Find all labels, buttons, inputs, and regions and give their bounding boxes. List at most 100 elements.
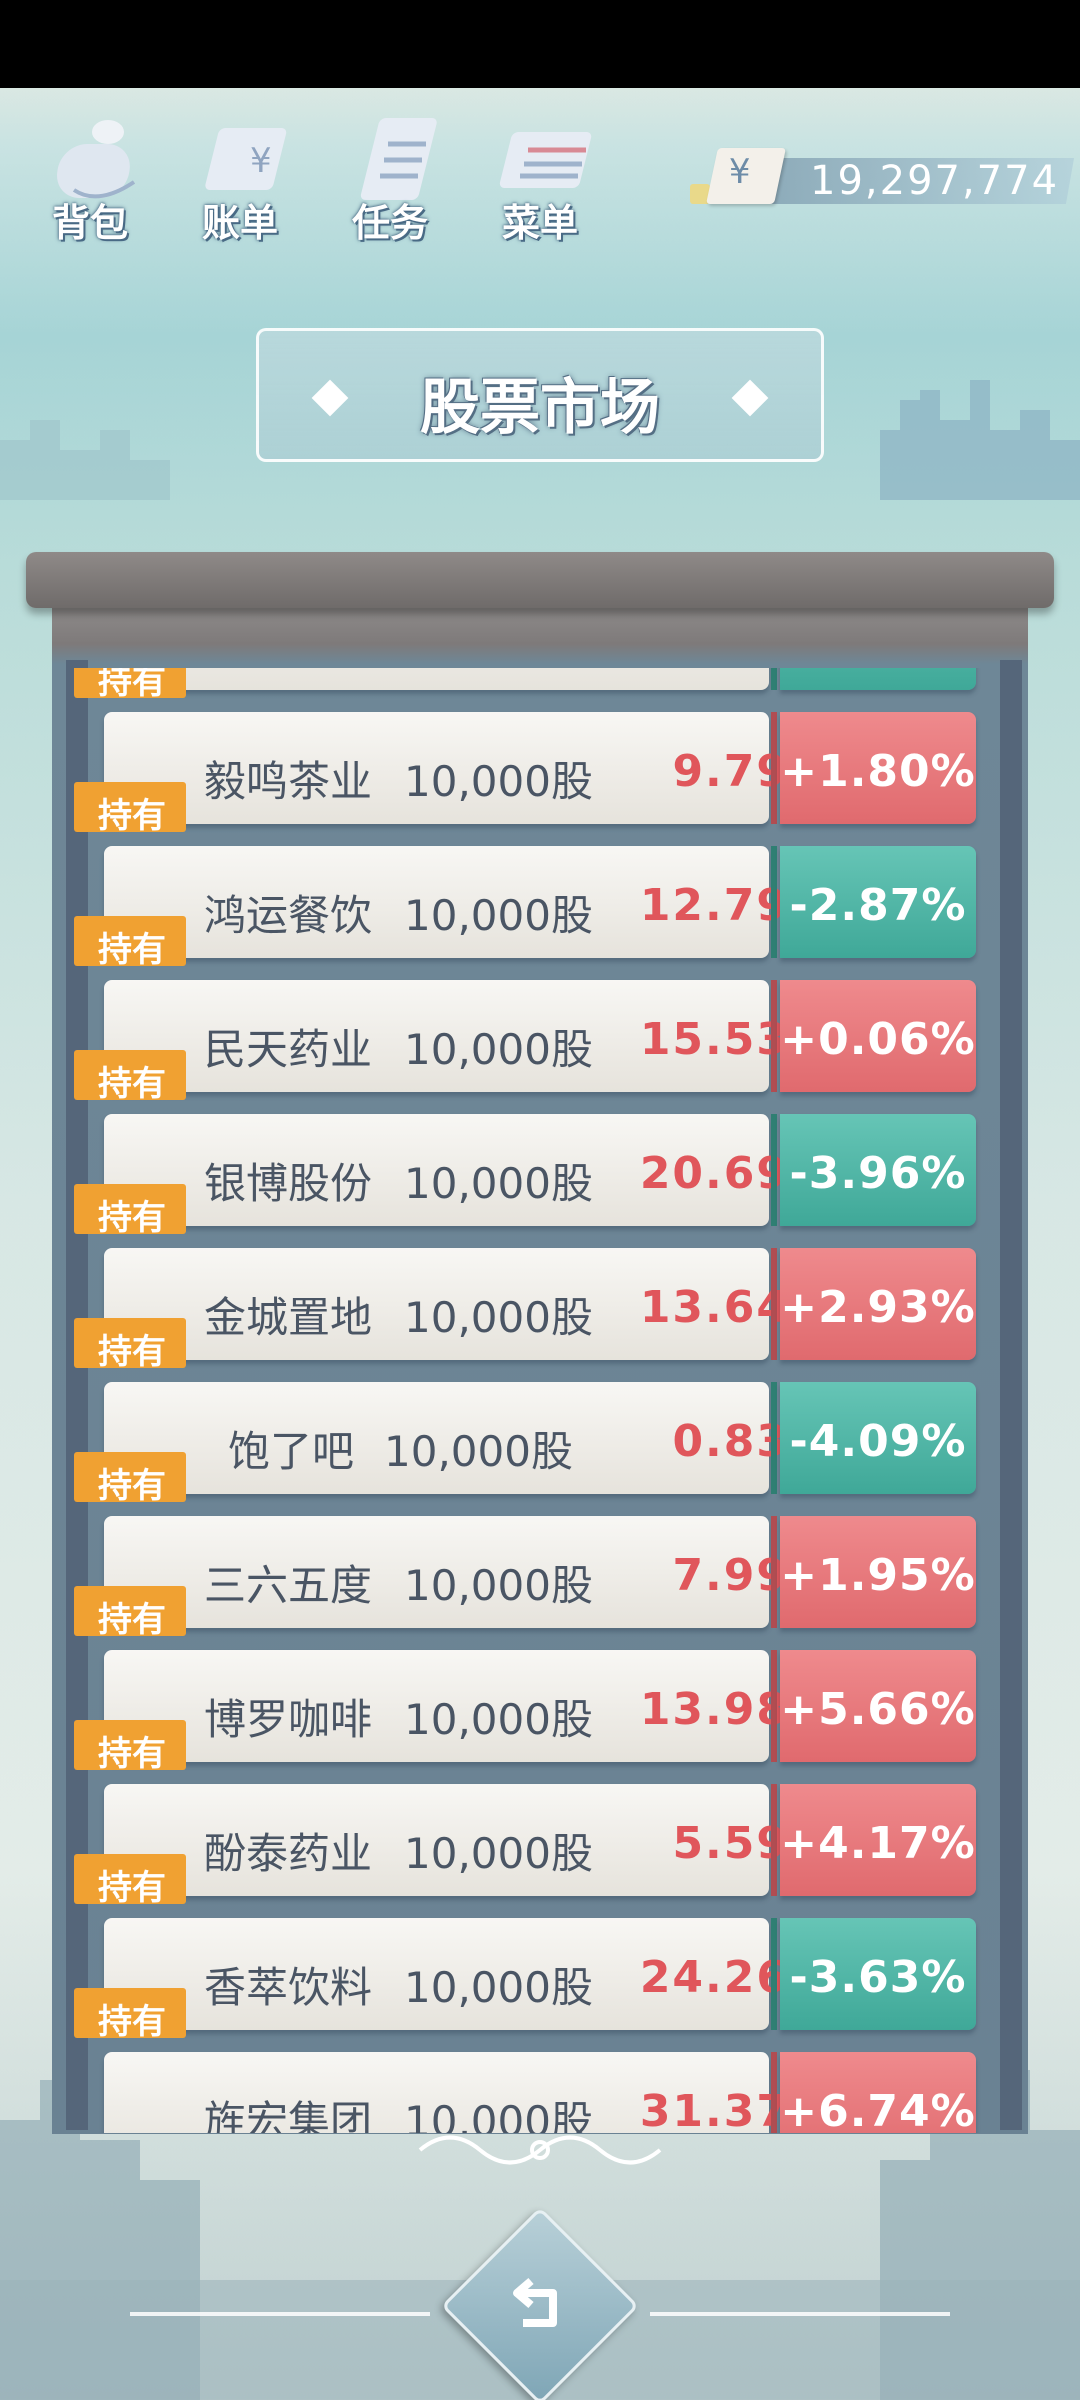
stock-name: 银博股份: [204, 1159, 373, 1208]
stock-row[interactable]: 金城置地 10,000股 13.64 +2.93% 持有: [70, 1248, 1010, 1372]
stock-name: 饱了吧: [228, 1427, 355, 1476]
stock-quantity: 10,000股: [404, 891, 593, 940]
stock-quantity: 10,000股: [384, 1427, 573, 1476]
stock-quantity: 10,000股: [404, 1293, 593, 1342]
change-percent: +4.17%: [780, 1818, 976, 1869]
nav-bill[interactable]: ¥ 账单: [180, 100, 310, 245]
yen-icon: ¥: [706, 148, 786, 204]
change-percent: -2.87%: [789, 880, 967, 931]
change-percent: +2.93%: [780, 1282, 976, 1333]
nav-menu[interactable]: 菜单: [480, 100, 610, 245]
stock-name: 旌宏集团: [204, 2097, 373, 2133]
stock-card: 饱了吧 10,000股 0.83: [104, 1382, 787, 1494]
nav-label-task: 任务: [351, 201, 428, 245]
stock-row[interactable]: 饱了吧 10,000股 0.83 -4.09% 持有: [70, 1382, 1010, 1506]
change-percent: +6.74%: [780, 2086, 976, 2133]
stock-card: 博罗咖啡 10,000股 13.98: [104, 1650, 787, 1762]
row-divider: [771, 1516, 777, 1628]
hold-tag: 持有: [74, 1720, 186, 1774]
row-divider: [771, 668, 777, 690]
stock-row[interactable]: 香萃饮料 10,000股 24.26 -3.63% 持有: [70, 1918, 1010, 2042]
stock-quantity: 10,000股: [404, 1025, 593, 1074]
hold-tag: 持有: [74, 1050, 186, 1104]
ornament-flourish: [418, 2135, 662, 2165]
change-badge: [780, 668, 976, 690]
stock-row[interactable]: 民天药业 10,000股 15.53 +0.06% 持有: [70, 980, 1010, 1104]
row-divider: [771, 846, 777, 958]
stock-name: 酚泰药业: [204, 1829, 373, 1878]
change-percent: +1.80%: [780, 746, 976, 797]
row-divider: [771, 1248, 777, 1360]
change-percent: +1.95%: [780, 1550, 976, 1601]
row-divider: [771, 1114, 777, 1226]
change-badge: +4.17%: [780, 1784, 976, 1896]
stock-row[interactable]: 毅鸣茶业 10,000股 9.79 +1.80% 持有: [70, 712, 1010, 836]
stock-quantity: 10,000股: [404, 1829, 593, 1878]
stock-row[interactable]: 银博股份 10,000股 20.69 -3.96% 持有: [70, 1114, 1010, 1238]
stock-price: 13.64: [639, 1282, 789, 1333]
change-badge: +6.74%: [780, 2052, 976, 2133]
stock-card: 民天药业 10,000股 15.53: [104, 980, 787, 1092]
hold-tag: 持有: [74, 916, 186, 970]
stock-quantity: 10,000股: [404, 1561, 593, 1610]
hold-tag: 持有: [74, 782, 186, 836]
stock-name: 金城置地: [204, 1293, 373, 1342]
stock-list[interactable]: 持有 毅鸣茶业 10,000股 9.79 +1.80% 持有 鸿运餐饮 10,0…: [70, 668, 1010, 2133]
hold-tag: 持有: [74, 1318, 186, 1372]
change-percent: -4.09%: [789, 1416, 967, 1467]
change-badge: -3.96%: [780, 1114, 976, 1226]
decor-line-right: [650, 2312, 950, 2316]
stock-row[interactable]: 鸿运餐饮 10,000股 12.79 -2.87% 持有: [70, 846, 1010, 970]
stock-price: 0.83: [672, 1416, 789, 1467]
stock-card: 香萃饮料 10,000股 24.26: [104, 1918, 787, 2030]
change-percent: -3.63%: [789, 1952, 967, 2003]
back-button-glyph[interactable]: [470, 2236, 610, 2376]
stock-name: 毅鸣茶业: [204, 757, 373, 806]
row-divider: [771, 712, 777, 824]
money-value: 19,297,774: [810, 158, 1060, 204]
row-divider: [771, 1918, 777, 2030]
status-bar: [0, 0, 1080, 88]
stock-row[interactable]: 博罗咖啡 10,000股 13.98 +5.66% 持有: [70, 1650, 1010, 1774]
hold-tag: 持有: [74, 1854, 186, 1908]
nav-label-bag: 背包: [51, 201, 128, 245]
money-display: ¥ 19,297,774: [690, 148, 1075, 210]
stock-row[interactable]: 持有: [70, 668, 1010, 702]
stock-card: 银博股份 10,000股 20.69: [104, 1114, 787, 1226]
stock-quantity: 10,000股: [404, 757, 593, 806]
nav-label-bill: 账单: [201, 201, 278, 245]
stock-name: 香萃饮料: [204, 1963, 373, 2012]
stock-row[interactable]: 酚泰药业 10,000股 5.59 +4.17% 持有: [70, 1784, 1010, 1908]
change-badge: +2.93%: [780, 1248, 976, 1360]
stock-name: 鸿运餐饮: [204, 891, 373, 940]
hold-tag: 持有: [74, 1184, 186, 1238]
change-badge: +1.80%: [780, 712, 976, 824]
row-divider: [771, 1784, 777, 1896]
row-divider: [771, 980, 777, 1092]
stock-card: 三六五度 10,000股 7.99: [104, 1516, 787, 1628]
stock-card: 金城置地 10,000股 13.64: [104, 1248, 787, 1360]
change-badge: -2.87%: [780, 846, 976, 958]
stock-card: [104, 668, 769, 690]
stock-quantity: 10,000股: [404, 1159, 593, 1208]
stock-row[interactable]: 三六五度 10,000股 7.99 +1.95% 持有: [70, 1516, 1010, 1640]
stock-price: 12.79: [639, 880, 789, 931]
decor-line-left: [130, 2312, 430, 2316]
change-badge: -4.09%: [780, 1382, 976, 1494]
stock-card: 毅鸣茶业 10,000股 9.79: [104, 712, 787, 824]
hold-tag: 持有: [74, 1988, 186, 2042]
stock-quantity: 10,000股: [404, 1963, 593, 2012]
stock-price: 24.26: [639, 1952, 789, 2003]
nav-label-menu: 菜单: [501, 201, 578, 245]
stock-card: 鸿运餐饮 10,000股 12.79: [104, 846, 787, 958]
change-badge: +1.95%: [780, 1516, 976, 1628]
change-badge: -3.63%: [780, 1918, 976, 2030]
row-divider: [771, 2052, 777, 2133]
stock-price: 9.79: [672, 746, 789, 797]
change-percent: +0.06%: [780, 1014, 976, 1065]
hold-tag: 持有: [74, 668, 186, 702]
nav-bag[interactable]: 背包: [30, 100, 160, 245]
change-percent: -3.96%: [789, 1148, 967, 1199]
page-title: 股票市场: [420, 373, 660, 443]
nav-task[interactable]: 任务: [330, 100, 460, 245]
